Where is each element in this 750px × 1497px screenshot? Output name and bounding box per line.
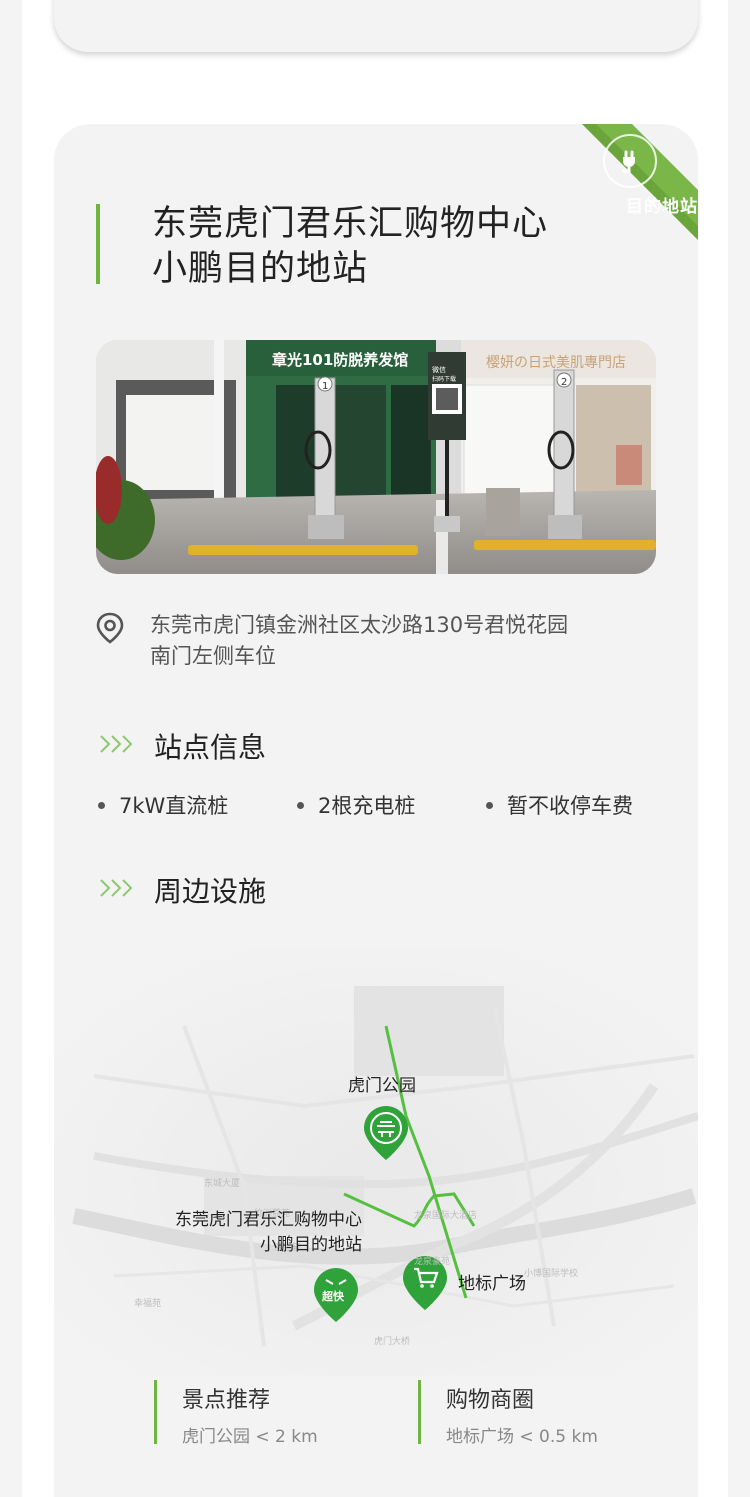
shop-sign-right: 樱妍の日式美肌專門店 — [486, 354, 626, 371]
map-label-park: 虎门公园 — [348, 1076, 416, 1096]
svg-text:东城大厦: 东城大厦 — [204, 1177, 240, 1189]
bullet-dot — [486, 801, 493, 809]
chevrons-right-icon — [100, 879, 133, 897]
facilities-heading: 周边设施 — [154, 875, 267, 908]
info-item-parking-text: 暂不收停车费 — [507, 794, 633, 818]
svg-text:虎门大桥: 虎门大桥 — [374, 1335, 410, 1347]
title-accent-bar — [96, 204, 100, 284]
surroundings-map[interactable]: 超快 竹洲荔苑 海运轩 龙泉国际大酒店 龙泉豪苑 虎门大桥 幸福苑 小博国际学校… — [54, 946, 698, 1376]
previous-station-card[interactable] — [54, 0, 698, 52]
station-title-line2: 小鹏目的地站 — [152, 249, 369, 289]
shopping-subtitle: 地标广场 < 0.5 km — [446, 1427, 598, 1447]
info-item-count: 2根充电桩 — [297, 790, 415, 820]
bullet-dot — [297, 801, 304, 809]
map-label-station: 东莞虎门君乐汇购物中心 小鹏目的地站 — [166, 1208, 362, 1258]
station-photo[interactable]: 章光101防脱养发馆 樱妍の日式美肌專門店 1 微信 扫码下载 2 — [96, 340, 656, 574]
charger-left-number: 1 — [322, 381, 328, 392]
info-item-count-text: 2根充电桩 — [318, 794, 416, 818]
address-line2: 南门左侧车位 — [150, 644, 276, 668]
map-label-mall: 地标广场 — [458, 1274, 526, 1294]
shopping-title: 购物商圈 — [446, 1388, 535, 1413]
scenic-title: 景点推荐 — [182, 1388, 271, 1413]
address-line1: 东莞市虎门镇金洲社区太沙路130号君悦花园 — [150, 613, 569, 637]
map-canvas: 超快 竹洲荔苑 海运轩 龙泉国际大酒店 龙泉豪苑 虎门大桥 幸福苑 小博国际学校… — [54, 946, 698, 1376]
svg-text:小博国际学校: 小博国际学校 — [524, 1267, 578, 1279]
map-label-station-line2: 小鹏目的地站 — [260, 1235, 362, 1255]
station-photo-image: 章光101防脱养发馆 樱妍の日式美肌專門店 1 微信 扫码下载 2 — [96, 340, 656, 574]
info-item-parking: 暂不收停车费 — [486, 790, 633, 820]
station-address: 东莞市虎门镇金洲社区太沙路130号君悦花园 南门左侧车位 — [150, 610, 630, 672]
svg-text:幸福苑: 幸福苑 — [134, 1297, 161, 1309]
station-pin-text: 超快 — [321, 1289, 345, 1303]
shop-sign-left: 章光101防脱养发馆 — [272, 351, 408, 369]
map-label-station-line1: 东莞虎门君乐汇购物中心 — [175, 1210, 362, 1230]
shopping-accent-bar — [418, 1380, 421, 1444]
charger-right-number: 2 — [561, 377, 567, 388]
scenic-subtitle: 虎门公园 < 2 km — [182, 1427, 318, 1447]
qr-caption-bottom: 扫码下载 — [432, 375, 456, 383]
plug-icon — [603, 134, 657, 188]
info-item-power-text: 7kW直流桩 — [119, 794, 229, 818]
info-item-power: 7kW直流桩 — [98, 790, 228, 820]
station-title-line1: 东莞虎门君乐汇购物中心 — [152, 204, 549, 244]
station-card[interactable]: 目的地站 东莞虎门君乐汇购物中心 小鹏目的地站 章光101防脱养发馆 樱妍の日式… — [54, 124, 698, 1497]
destination-badge-label: 目的地站 — [626, 197, 698, 217]
qr-caption-top: 微信 — [432, 365, 446, 374]
chevrons-right-icon — [100, 735, 133, 753]
station-info-heading: 站点信息 — [154, 731, 267, 764]
svg-text:龙泉国际大酒店: 龙泉国际大酒店 — [414, 1209, 477, 1221]
svg-text:龙泉豪苑: 龙泉豪苑 — [414, 1255, 450, 1267]
location-pin-icon — [96, 612, 124, 644]
station-title: 东莞虎门君乐汇购物中心 小鹏目的地站 — [152, 202, 548, 292]
bullet-dot — [98, 801, 105, 809]
scenic-accent-bar — [154, 1380, 157, 1444]
